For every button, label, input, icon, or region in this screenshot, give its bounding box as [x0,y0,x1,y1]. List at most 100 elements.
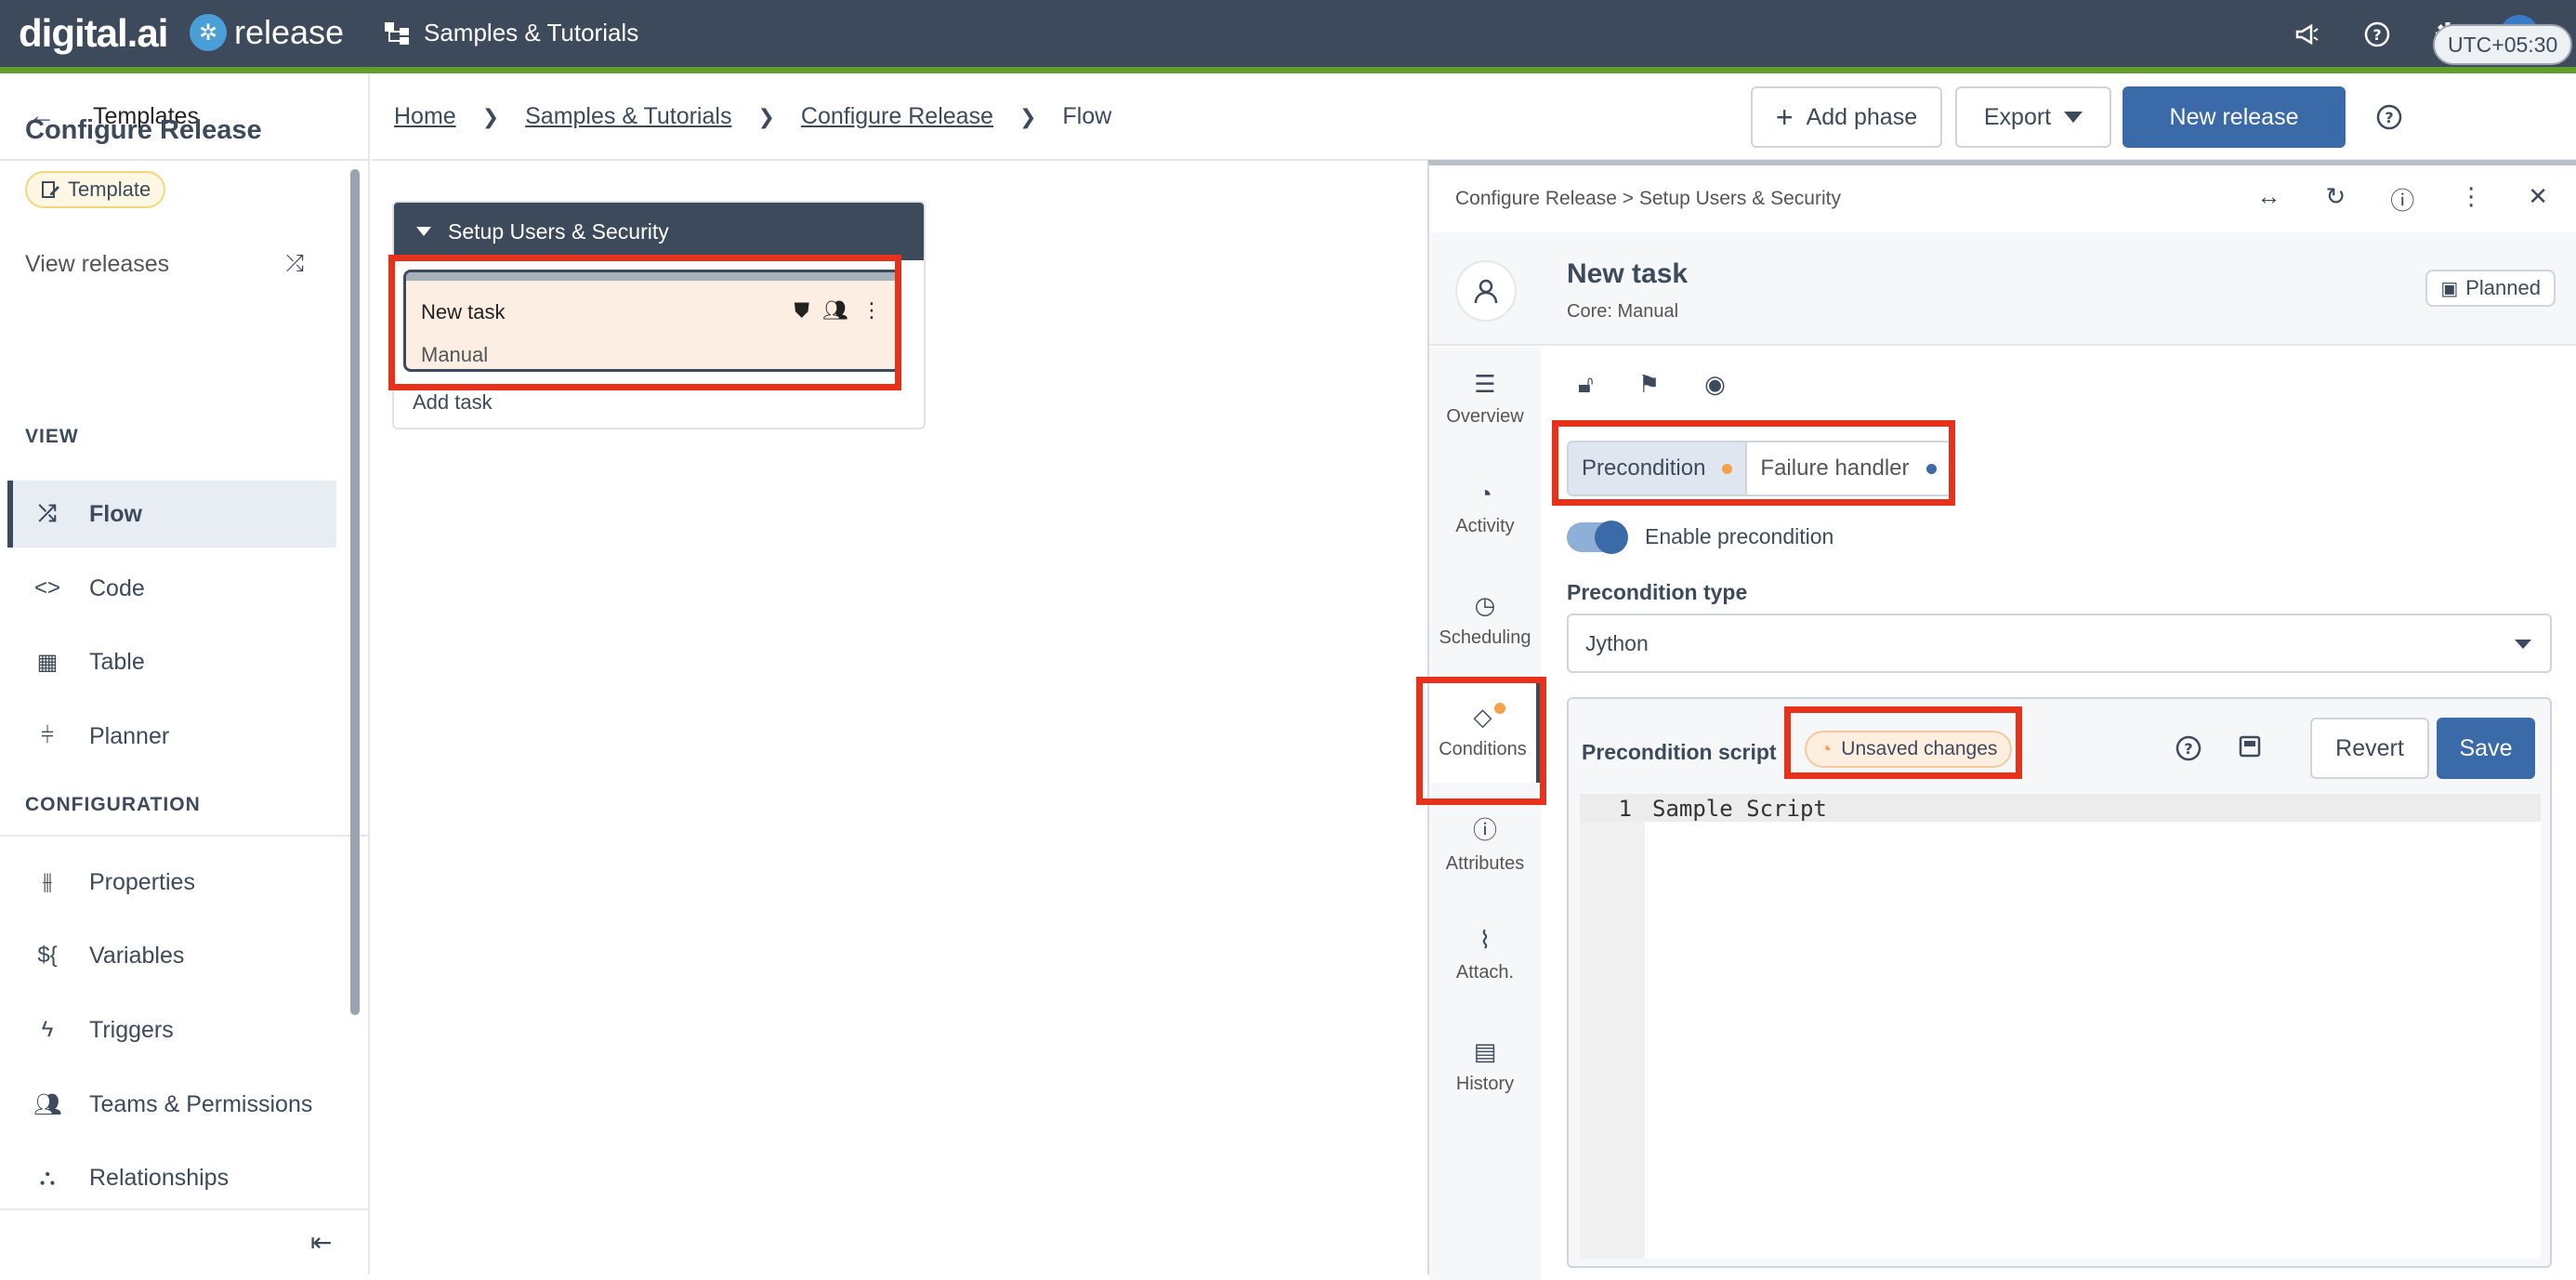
detail-header: New task Core: Manual ▣ Planned [1429,232,2576,346]
phase-header[interactable]: Setup Users & Security [394,203,924,260]
tab-precondition[interactable]: Precondition [1569,442,1748,495]
table-icon: ▦ [36,649,59,675]
add-phase-button[interactable]: + Add phase [1751,86,1942,148]
template-edit-icon [42,181,59,198]
tab-attachments[interactable]: ⌇ Attach. [1429,904,1541,1006]
task-card[interactable]: New task Manual ⛊ 👥︎ ⋮ [403,270,901,372]
precondition-label: Precondition [1582,455,1706,481]
export-label: Export [1983,103,2052,130]
planner-icon: ⫩ [41,723,54,748]
refresh-icon[interactable]: ↻ [2325,182,2346,217]
enable-precondition-toggle[interactable] [1567,521,1628,554]
phase-name: Setup Users & Security [448,218,669,244]
template-title: Configure Release [25,115,262,145]
section-divider [0,835,370,837]
caret-down-icon[interactable] [416,227,431,236]
svg-text:?: ? [2184,740,2192,758]
precondition-script-label: Precondition script [1582,740,1777,764]
sidebar-bottom-divider [0,1208,370,1210]
tab-attributes[interactable]: ⓘ Attributes [1429,792,1541,894]
breadcrumb-home[interactable]: Home [394,103,456,130]
unlock-icon[interactable]: 🔓︎ [1578,370,1594,400]
sidebar-scrollbar[interactable] [350,169,360,1015]
tab-history-label: History [1455,1074,1515,1094]
nav-teams-permissions[interactable]: 👥︎ Teams & Permissions [7,1071,336,1138]
caret-down-icon [2515,640,2531,649]
tab-scheduling[interactable]: ◷ Scheduling [1429,569,1541,671]
eye-icon[interactable]: ◉ [1704,370,1726,400]
breadcrumb-configure-release[interactable]: Configure Release [801,103,993,130]
shield-icon: ⛊ [794,298,810,322]
nav-properties-label: Properties [89,868,195,895]
history-icon: ▤ [1473,1037,1497,1065]
tab-conditions[interactable]: ◇ Conditions [1429,680,1541,783]
nav-table[interactable]: ▦ Table [7,628,336,695]
timezone-badge[interactable]: UTC+05:30 [2433,24,2573,65]
nav-planner-label: Planner [89,722,170,749]
close-icon[interactable]: ✕ [2528,182,2548,217]
variables-icon: ${ [37,943,58,968]
help-icon[interactable]: ? [2175,734,2202,769]
more-vertical-icon[interactable]: ⋮ [2459,182,2483,217]
assignee-avatar-icon[interactable] [1455,260,1517,322]
nav-triggers-label: Triggers [89,1016,174,1043]
workspace-selector[interactable]: Samples & Tutorials [383,19,638,47]
tab-attributes-label: Attributes [1445,853,1525,874]
nav-triggers[interactable]: ϟ Triggers [7,996,336,1063]
condition-segmented-control: Precondition Failure handler [1567,441,1952,496]
detail-subtitle: Core: Manual [1567,301,1679,322]
line-number: 1 [1618,796,1632,822]
failure-handler-label: Failure handler [1760,455,1910,481]
detail-breadcrumb: Configure Release > Setup Users & Securi… [1455,188,1841,209]
breadcrumb-samples[interactable]: Samples & Tutorials [525,103,731,130]
tab-overview[interactable]: ☰ Overview [1429,348,1541,450]
expand-horizontal-icon[interactable]: ↔ [2256,182,2280,217]
more-vertical-icon[interactable]: ⋮ [861,298,882,323]
detail-title[interactable]: New task [1567,258,1688,290]
task-status-stripe [406,272,899,281]
task-type: Manual [421,343,489,366]
code-editor[interactable]: 1 Sample Script [1580,794,2541,1259]
nav-code-label: Code [89,574,145,601]
breadcrumb-bar: Home ❯ Samples & Tutorials ❯ Configure R… [372,73,2576,161]
nav-properties[interactable]: ⫵ Properties [7,849,336,916]
new-release-button[interactable]: New release [2123,86,2346,148]
svg-text:?: ? [2372,26,2381,44]
pie-icon: ◔ [1478,480,1492,508]
nav-code[interactable]: <> Code [7,555,336,622]
fullscreen-icon[interactable] [2238,734,2262,765]
status-label: Planned [2465,276,2541,299]
users-icon: 👥︎ [822,298,848,322]
revert-button[interactable]: Revert [2310,718,2429,779]
flow-icon: ⤮ [38,501,57,526]
lightning-icon: ϟ [41,1017,54,1042]
tab-history[interactable]: ▤ History [1429,1015,1541,1117]
precondition-type-select[interactable]: Jython [1567,614,2552,673]
collapse-sidebar-icon[interactable]: ⇤ [310,1227,332,1258]
export-button[interactable]: Export [1955,86,2111,148]
info-icon[interactable]: ⓘ [2390,182,2414,217]
precondition-type-value: Jython [1585,630,1649,655]
clock-icon: ◷ [1474,591,1496,619]
tab-conditions-label: Conditions [1439,739,1527,759]
tab-failure-handler[interactable]: Failure handler [1747,442,1949,495]
nav-variables[interactable]: ${ Variables [7,922,336,989]
help-icon[interactable]: ? [2359,16,2396,53]
tab-activity-label: Activity [1455,516,1515,536]
nav-planner[interactable]: ⫩ Planner [7,703,336,770]
code-line[interactable]: Sample Script [1652,796,1827,822]
help-icon[interactable]: ? [2375,103,2403,136]
view-releases-link[interactable]: View releases ⤮ [25,251,304,278]
nav-relationships[interactable]: ⛬ Relationships [7,1144,336,1211]
tab-activity[interactable]: ◔ Activity [1429,457,1541,560]
add-task-link[interactable]: Add task [413,390,493,415]
task-icons: ⛊ 👥︎ ⋮ [795,298,882,323]
pending-circle-icon: ◔ [1820,737,1833,760]
release-logo[interactable]: ✲ release [190,13,344,52]
nav-flow[interactable]: ⤮ Flow [7,481,336,548]
digitalai-logo[interactable]: digital.ai [19,11,168,56]
flag-icon[interactable]: ⚑ [1638,370,1660,400]
save-button[interactable]: Save [2437,718,2535,779]
announcements-icon[interactable] [2288,16,2325,53]
top-bar: digital.ai ✲ release Samples & Tutorials… [0,0,2576,67]
